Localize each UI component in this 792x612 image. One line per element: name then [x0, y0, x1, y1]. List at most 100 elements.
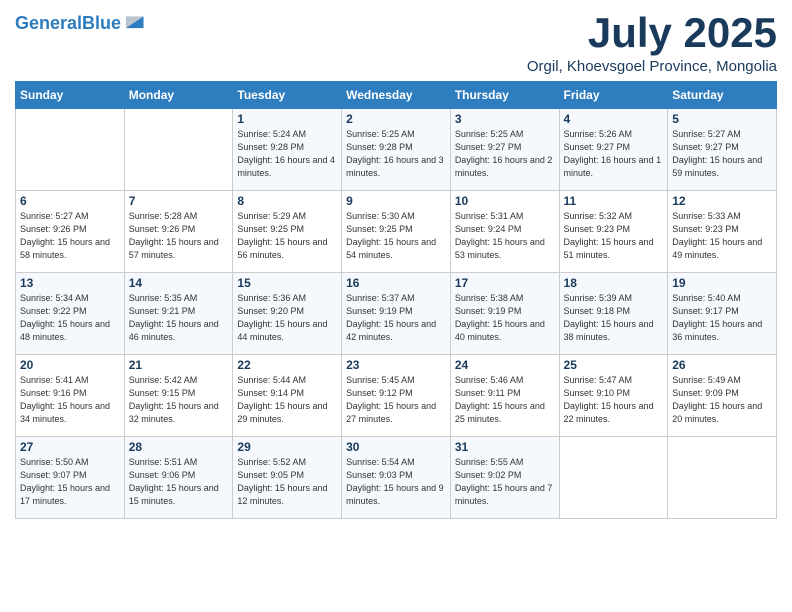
day-number: 14 — [129, 276, 229, 290]
logo: GeneralBlue — [15, 14, 145, 34]
calendar-cell: 30 Sunrise: 5:54 AMSunset: 9:03 PMDayligh… — [342, 437, 451, 519]
calendar-cell: 21 Sunrise: 5:42 AMSunset: 9:15 PMDayligh… — [124, 355, 233, 437]
calendar-cell: 10 Sunrise: 5:31 AMSunset: 9:24 PMDayligh… — [450, 191, 559, 273]
day-number: 20 — [20, 358, 120, 372]
cell-details: Sunrise: 5:52 AMSunset: 9:05 PMDaylight:… — [237, 456, 337, 508]
day-number: 16 — [346, 276, 446, 290]
weekday-header: Sunday — [16, 82, 125, 109]
weekday-header: Tuesday — [233, 82, 342, 109]
day-number: 29 — [237, 440, 337, 454]
calendar-cell: 18 Sunrise: 5:39 AMSunset: 9:18 PMDayligh… — [559, 273, 668, 355]
cell-details: Sunrise: 5:51 AMSunset: 9:06 PMDaylight:… — [129, 456, 229, 508]
calendar-cell: 5Sunrise: 5:27 AMSunset: 9:27 PMDaylight… — [668, 109, 777, 191]
cell-details: Sunrise: 5:49 AMSunset: 9:09 PMDaylight:… — [672, 374, 772, 426]
calendar-cell: 12 Sunrise: 5:33 AMSunset: 9:23 PMDayligh… — [668, 191, 777, 273]
calendar-cell: 9Sunrise: 5:30 AMSunset: 9:25 PMDaylight… — [342, 191, 451, 273]
calendar-table: SundayMondayTuesdayWednesdayThursdayFrid… — [15, 81, 777, 519]
calendar-cell: 19 Sunrise: 5:40 AMSunset: 9:17 PMDayligh… — [668, 273, 777, 355]
calendar-cell: 14Sunrise: 5:35 AMSunset: 9:21 PMDayligh… — [124, 273, 233, 355]
calendar-cell: 13 Sunrise: 5:34 AMSunset: 9:22 PMDayligh… — [16, 273, 125, 355]
day-number: 23 — [346, 358, 446, 372]
day-number: 5 — [672, 112, 772, 126]
day-number: 13 — [20, 276, 120, 290]
cell-details: Sunrise: 5:24 AMSunset: 9:28 PMDaylight:… — [237, 128, 337, 180]
day-number: 3 — [455, 112, 555, 126]
cell-details: Sunrise: 5:47 AMSunset: 9:10 PMDaylight:… — [564, 374, 664, 426]
title-block: July 2025 Orgil, Khoevsgoel Province, Mo… — [527, 10, 777, 75]
weekday-header: Thursday — [450, 82, 559, 109]
cell-details: Sunrise: 5:44 AMSunset: 9:14 PMDaylight:… — [237, 374, 337, 426]
cell-details: Sunrise: 5:31 AMSunset: 9:24 PMDaylight:… — [455, 210, 555, 262]
cell-details: Sunrise: 5:40 AMSunset: 9:17 PMDaylight:… — [672, 292, 772, 344]
calendar-week-row: 13 Sunrise: 5:34 AMSunset: 9:22 PMDayligh… — [16, 273, 777, 355]
day-number: 15 — [237, 276, 337, 290]
day-number: 7 — [129, 194, 229, 208]
logo-icon — [123, 9, 145, 31]
calendar-week-row: 20Sunrise: 5:41 AMSunset: 9:16 PMDayligh… — [16, 355, 777, 437]
page-header: GeneralBlue July 2025 Orgil, Khoevsgoel … — [15, 10, 777, 75]
calendar-week-row: 1Sunrise: 5:24 AMSunset: 9:28 PMDaylight… — [16, 109, 777, 191]
calendar-cell: 3 Sunrise: 5:25 AMSunset: 9:27 PMDaylight… — [450, 109, 559, 191]
day-number: 11 — [564, 194, 664, 208]
day-number: 8 — [237, 194, 337, 208]
day-number: 2 — [346, 112, 446, 126]
cell-details: Sunrise: 5:25 AMSunset: 9:28 PMDaylight:… — [346, 128, 446, 180]
calendar-cell — [559, 437, 668, 519]
weekday-header: Monday — [124, 82, 233, 109]
day-number: 10 — [455, 194, 555, 208]
day-number: 25 — [564, 358, 664, 372]
cell-details: Sunrise: 5:30 AMSunset: 9:25 PMDaylight:… — [346, 210, 446, 262]
cell-details: Sunrise: 5:37 AMSunset: 9:19 PMDaylight:… — [346, 292, 446, 344]
calendar-cell: 24 Sunrise: 5:46 AMSunset: 9:11 PMDayligh… — [450, 355, 559, 437]
day-number: 4 — [564, 112, 664, 126]
calendar-cell: 7 Sunrise: 5:28 AMSunset: 9:26 PMDaylight… — [124, 191, 233, 273]
day-number: 26 — [672, 358, 772, 372]
calendar-cell: 17Sunrise: 5:38 AMSunset: 9:19 PMDayligh… — [450, 273, 559, 355]
calendar-cell: 8 Sunrise: 5:29 AMSunset: 9:25 PMDaylight… — [233, 191, 342, 273]
calendar-cell: 11 Sunrise: 5:32 AMSunset: 9:23 PMDayligh… — [559, 191, 668, 273]
calendar-cell: 29 Sunrise: 5:52 AMSunset: 9:05 PMDayligh… — [233, 437, 342, 519]
calendar-cell: 31 Sunrise: 5:55 AMSunset: 9:02 PMDayligh… — [450, 437, 559, 519]
cell-details: Sunrise: 5:29 AMSunset: 9:25 PMDaylight:… — [237, 210, 337, 262]
day-number: 24 — [455, 358, 555, 372]
location-subtitle: Orgil, Khoevsgoel Province, Mongolia — [527, 58, 777, 75]
calendar-cell: 20Sunrise: 5:41 AMSunset: 9:16 PMDayligh… — [16, 355, 125, 437]
calendar-cell: 1Sunrise: 5:24 AMSunset: 9:28 PMDaylight… — [233, 109, 342, 191]
day-number: 30 — [346, 440, 446, 454]
calendar-cell — [668, 437, 777, 519]
calendar-header-row: SundayMondayTuesdayWednesdayThursdayFrid… — [16, 82, 777, 109]
day-number: 17 — [455, 276, 555, 290]
cell-details: Sunrise: 5:54 AMSunset: 9:03 PMDaylight:… — [346, 456, 446, 508]
calendar-cell: 27Sunrise: 5:50 AMSunset: 9:07 PMDayligh… — [16, 437, 125, 519]
calendar-cell: 15 Sunrise: 5:36 AMSunset: 9:20 PMDayligh… — [233, 273, 342, 355]
cell-details: Sunrise: 5:39 AMSunset: 9:18 PMDaylight:… — [564, 292, 664, 344]
cell-details: Sunrise: 5:42 AMSunset: 9:15 PMDaylight:… — [129, 374, 229, 426]
calendar-cell — [16, 109, 125, 191]
day-number: 19 — [672, 276, 772, 290]
weekday-header: Saturday — [668, 82, 777, 109]
day-number: 21 — [129, 358, 229, 372]
day-number: 18 — [564, 276, 664, 290]
calendar-cell: 23 Sunrise: 5:45 AMSunset: 9:12 PMDayligh… — [342, 355, 451, 437]
month-title: July 2025 — [527, 10, 777, 56]
calendar-cell: 25 Sunrise: 5:47 AMSunset: 9:10 PMDayligh… — [559, 355, 668, 437]
cell-details: Sunrise: 5:34 AMSunset: 9:22 PMDaylight:… — [20, 292, 120, 344]
calendar-cell: 28Sunrise: 5:51 AMSunset: 9:06 PMDayligh… — [124, 437, 233, 519]
cell-details: Sunrise: 5:36 AMSunset: 9:20 PMDaylight:… — [237, 292, 337, 344]
cell-details: Sunrise: 5:28 AMSunset: 9:26 PMDaylight:… — [129, 210, 229, 262]
calendar-cell: 2 Sunrise: 5:25 AMSunset: 9:28 PMDaylight… — [342, 109, 451, 191]
cell-details: Sunrise: 5:25 AMSunset: 9:27 PMDaylight:… — [455, 128, 555, 180]
day-number: 12 — [672, 194, 772, 208]
calendar-cell: 6Sunrise: 5:27 AMSunset: 9:26 PMDaylight… — [16, 191, 125, 273]
calendar-week-row: 6Sunrise: 5:27 AMSunset: 9:26 PMDaylight… — [16, 191, 777, 273]
calendar-cell: 26 Sunrise: 5:49 AMSunset: 9:09 PMDayligh… — [668, 355, 777, 437]
cell-details: Sunrise: 5:55 AMSunset: 9:02 PMDaylight:… — [455, 456, 555, 508]
calendar-week-row: 27Sunrise: 5:50 AMSunset: 9:07 PMDayligh… — [16, 437, 777, 519]
day-number: 27 — [20, 440, 120, 454]
cell-details: Sunrise: 5:33 AMSunset: 9:23 PMDaylight:… — [672, 210, 772, 262]
cell-details: Sunrise: 5:45 AMSunset: 9:12 PMDaylight:… — [346, 374, 446, 426]
cell-details: Sunrise: 5:32 AMSunset: 9:23 PMDaylight:… — [564, 210, 664, 262]
cell-details: Sunrise: 5:46 AMSunset: 9:11 PMDaylight:… — [455, 374, 555, 426]
day-number: 31 — [455, 440, 555, 454]
calendar-cell: 22Sunrise: 5:44 AMSunset: 9:14 PMDayligh… — [233, 355, 342, 437]
